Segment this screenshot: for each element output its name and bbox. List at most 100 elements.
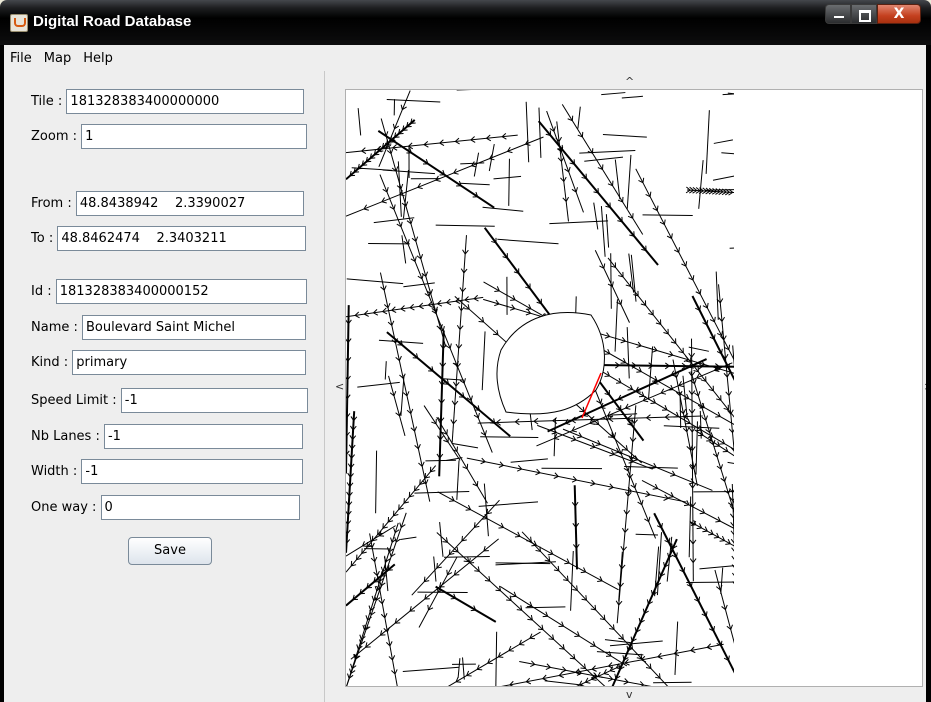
road-segment — [473, 298, 479, 302]
road-segment — [398, 355, 402, 361]
name-label: Name : — [31, 320, 82, 335]
road-segment — [462, 249, 466, 255]
from-input[interactable] — [75, 191, 304, 216]
road-segment — [721, 330, 723, 336]
road-segment — [614, 673, 617, 679]
road-segment — [683, 504, 690, 507]
road-segment — [590, 483, 596, 487]
road-segment — [604, 353, 610, 355]
road-segment — [607, 678, 613, 682]
menu-map[interactable]: Map — [38, 51, 77, 66]
window-title: Digital Road Database — [33, 13, 192, 30]
road-segment — [610, 253, 612, 309]
road-segment — [346, 134, 518, 154]
road-segment — [716, 451, 720, 458]
nb-lanes-input[interactable] — [103, 424, 303, 449]
road-segment — [719, 298, 724, 304]
road-segment — [402, 666, 460, 673]
road-segment — [686, 426, 690, 432]
road-segment — [653, 681, 692, 684]
kind-input[interactable] — [72, 350, 307, 375]
road-segment — [392, 147, 398, 151]
road-segment — [457, 658, 461, 679]
pan-left-arrow[interactable]: < — [335, 380, 344, 393]
road-segment — [561, 156, 565, 162]
road-segment — [420, 253, 424, 260]
road-segment — [678, 247, 680, 253]
road-segment — [368, 605, 372, 611]
road-segment — [462, 657, 465, 680]
to-row: To : — [31, 225, 307, 252]
road-segment — [667, 552, 670, 558]
road-segment — [414, 426, 418, 432]
road-segment — [725, 353, 729, 359]
road-segment — [357, 381, 400, 388]
to-input[interactable] — [57, 226, 307, 251]
road-segment — [484, 580, 490, 582]
road-segment — [591, 668, 597, 672]
pan-down-arrow[interactable]: v — [626, 688, 633, 701]
pan-up-arrow[interactable]: ^ — [625, 75, 634, 88]
road-segment — [638, 617, 641, 623]
road-segment — [458, 306, 462, 311]
minimize-button[interactable] — [825, 4, 851, 24]
road-segment — [498, 526, 504, 529]
road-segment — [728, 344, 731, 350]
road-segment — [647, 346, 654, 400]
road-segment — [571, 430, 578, 433]
road-segment — [384, 361, 387, 380]
id-input[interactable] — [55, 279, 307, 304]
road-segment — [530, 664, 536, 668]
road-segment — [730, 624, 734, 630]
road-segment — [709, 427, 712, 433]
road-segment — [559, 648, 565, 650]
id-label: Id : — [31, 284, 56, 299]
road-segment — [579, 150, 636, 154]
road-segment — [601, 92, 626, 96]
road-segment — [350, 663, 353, 669]
menu-help[interactable]: Help — [77, 51, 119, 66]
road-segment — [660, 392, 667, 395]
road-segment — [486, 137, 492, 142]
map-canvas[interactable] — [345, 89, 923, 687]
nb-lanes-row: Nb Lanes : — [31, 423, 303, 450]
road-segment — [380, 566, 384, 572]
speed-limit-input[interactable] — [120, 388, 308, 413]
road-segment — [640, 684, 644, 686]
width-input[interactable] — [81, 459, 304, 484]
road-segment — [415, 236, 419, 242]
road-segment — [690, 524, 696, 526]
road-segment — [417, 186, 423, 190]
road-segment — [455, 300, 461, 305]
road-segment — [547, 553, 553, 556]
road-segment — [615, 600, 620, 606]
tile-label: Tile : — [31, 94, 67, 109]
road-segment — [435, 179, 441, 182]
road-segment — [545, 666, 551, 670]
road-segment — [364, 313, 369, 317]
road-segment — [410, 218, 414, 224]
road-segment — [362, 624, 365, 630]
road-segment — [437, 303, 443, 307]
road-segment — [558, 136, 562, 142]
close-button[interactable]: X — [877, 4, 921, 24]
road-segment — [553, 475, 559, 479]
tile-input[interactable] — [66, 89, 305, 114]
zoom-input[interactable] — [81, 124, 308, 149]
road-segment — [414, 256, 417, 262]
road-segment — [585, 595, 587, 601]
road-segment — [371, 595, 375, 601]
menu-file[interactable]: File — [4, 51, 38, 66]
save-button[interactable]: Save — [128, 537, 212, 565]
one-way-input[interactable] — [100, 495, 300, 520]
title-bar[interactable]: Digital Road Database X — [0, 0, 931, 45]
road-segment — [456, 460, 460, 500]
road-segment — [699, 564, 738, 570]
road-segment — [508, 158, 510, 206]
road-segment — [399, 522, 402, 528]
name-input[interactable] — [82, 315, 306, 340]
road-segment — [449, 343, 452, 349]
maximize-button[interactable] — [851, 4, 877, 24]
road-segment — [713, 536, 719, 539]
road-segment — [636, 345, 642, 349]
